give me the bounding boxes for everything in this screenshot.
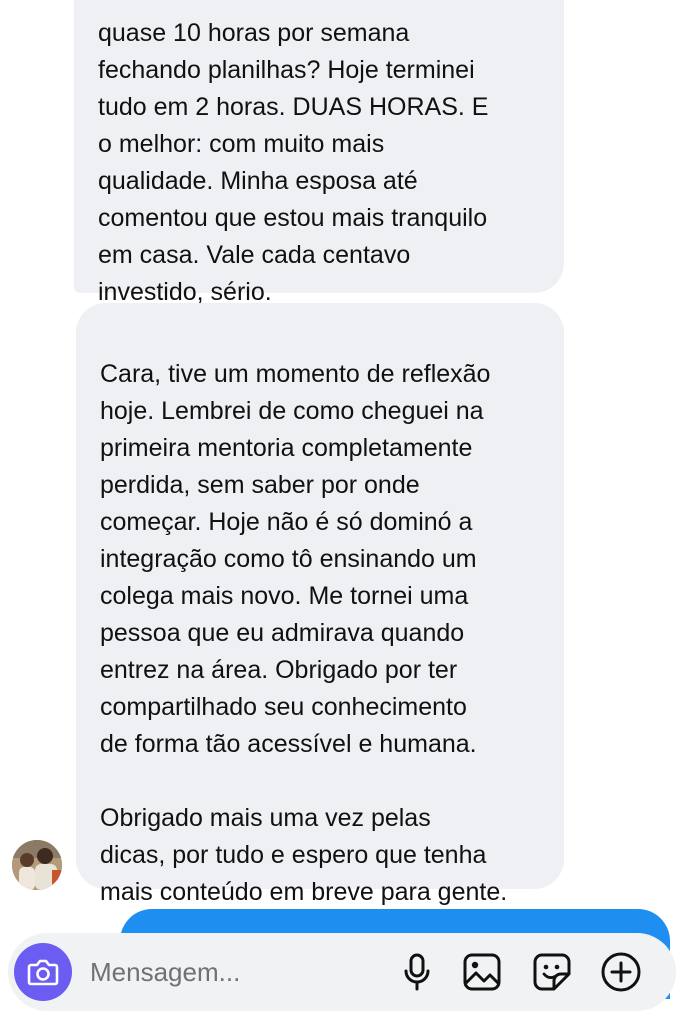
- received-message-bubble[interactable]: Cara, tive um momento de reflexão hoje. …: [76, 303, 564, 906]
- image-icon: [463, 953, 501, 991]
- message-composer: [8, 933, 676, 1011]
- avatar-photo: [12, 840, 62, 890]
- chat-screen: quase 10 horas por semana fechando plani…: [0, 0, 684, 1024]
- microphone-button[interactable]: [395, 950, 439, 994]
- received-message-bubble[interactable]: quase 10 horas por semana fechando plani…: [74, 0, 564, 306]
- sticker-icon: [533, 953, 571, 991]
- microphone-icon: [404, 953, 430, 991]
- camera-button[interactable]: [14, 943, 72, 1001]
- gallery-button[interactable]: [460, 950, 504, 994]
- camera-icon: [27, 959, 59, 986]
- contact-avatar[interactable]: [12, 840, 62, 890]
- sticker-button[interactable]: [530, 950, 574, 994]
- message-text: Cara, tive um momento de reflexão hoje. …: [100, 360, 508, 906]
- plus-icon: [601, 952, 641, 992]
- more-options-button[interactable]: [599, 950, 643, 994]
- message-text: quase 10 horas por semana fechando plani…: [98, 19, 489, 306]
- message-input[interactable]: [90, 954, 380, 990]
